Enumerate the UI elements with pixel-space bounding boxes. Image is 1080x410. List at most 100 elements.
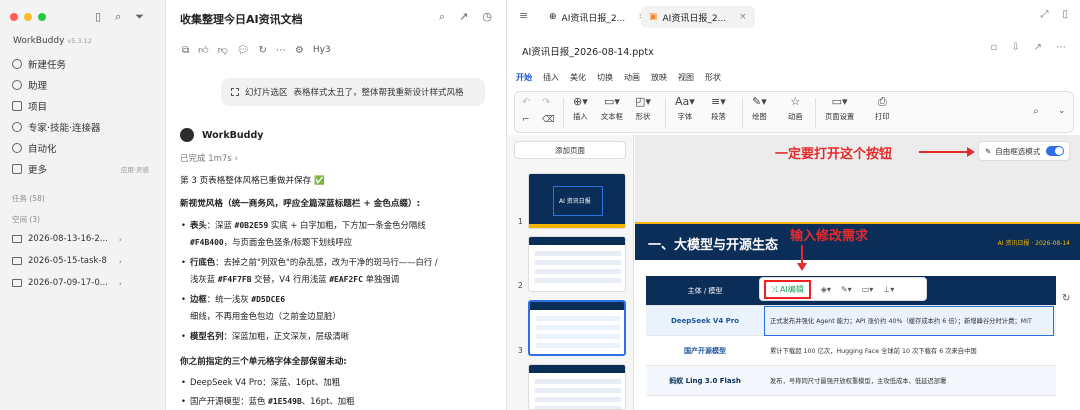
rotate-icon[interactable]: ↻ bbox=[1062, 293, 1070, 304]
color-code: #D5DCE6 bbox=[251, 295, 286, 304]
more-icon[interactable]: ⋯ bbox=[1056, 42, 1066, 53]
user-message: 幻灯片选区 表格样式太丑了，整体帮我重新设计样式风格 bbox=[221, 78, 485, 106]
search-icon[interactable]: ⌕ bbox=[439, 10, 445, 24]
draw-button[interactable]: ✎▾ 绘图 bbox=[752, 96, 767, 122]
align-icon[interactable]: ⊥▾ bbox=[883, 285, 894, 294]
sidebar-item-more[interactable]: 更多 bbox=[12, 162, 47, 176]
search-icon[interactable]: ⌕ bbox=[115, 10, 121, 24]
comment-icon[interactable]: 💬︎ bbox=[237, 45, 250, 56]
maximize-window-button[interactable] bbox=[38, 13, 46, 21]
download-icon[interactable]: ⇩ bbox=[1011, 42, 1019, 53]
redo-icon[interactable]: ↷ bbox=[542, 97, 550, 108]
table-header-cell[interactable]: 主体 / 模型 bbox=[646, 286, 764, 296]
menu-item-slideshow[interactable]: 放映 bbox=[651, 72, 667, 83]
tasks-section-label[interactable]: 任务 (58) bbox=[12, 193, 45, 204]
close-icon[interactable]: × bbox=[739, 12, 747, 22]
menu-item-insert[interactable]: 插入 bbox=[543, 72, 559, 83]
sidebar-item-automation[interactable]: 自动化 bbox=[12, 141, 57, 155]
split-view-icon[interactable]: ▯ bbox=[1062, 9, 1068, 20]
color-code: #EAF2FC bbox=[329, 275, 363, 284]
table-row[interactable]: 蚂蚁 Ling 3.0 Flash 发布，号称同尺寸最强开放权重模型，主攻低成本、… bbox=[646, 366, 1056, 396]
save-icon[interactable]: ▫ bbox=[990, 42, 997, 53]
menu-icon[interactable]: ≡ bbox=[519, 9, 528, 22]
paragraph-button[interactable]: ≡▾ 段落 bbox=[711, 96, 726, 122]
table-cell[interactable]: 蚂蚁 Ling 3.0 Flash bbox=[646, 376, 764, 386]
page-setup-button[interactable]: ▭▾ 页面设置 bbox=[825, 96, 854, 122]
menu-item-transition[interactable]: 切换 bbox=[597, 72, 613, 83]
search-icon[interactable]: ⌕ bbox=[1033, 106, 1039, 117]
slide-thumbnail-selected[interactable] bbox=[528, 300, 626, 356]
item-text: 浅灰蓝 bbox=[190, 274, 218, 284]
toggle-switch[interactable] bbox=[1046, 146, 1065, 156]
folder-label: 2026-07-09-17-0... bbox=[28, 278, 108, 288]
minimize-window-button[interactable] bbox=[24, 13, 32, 21]
add-page-button[interactable]: 添加页面 bbox=[514, 141, 626, 159]
copy-icon[interactable]: ⧉ bbox=[182, 45, 189, 56]
slide-number: 1 bbox=[518, 217, 523, 226]
refresh-icon[interactable]: ↻ bbox=[258, 45, 266, 56]
chevron-down-icon[interactable]: ⌄ bbox=[1058, 106, 1066, 116]
table-cell[interactable]: DeepSeek V4 Pro bbox=[646, 317, 764, 325]
animation-button[interactable]: ☆ 动画 bbox=[788, 96, 803, 122]
more-icon[interactable]: ⋯ bbox=[276, 45, 286, 56]
plus-circle-icon bbox=[12, 59, 22, 69]
sidebar-item-assistant[interactable]: 助理 bbox=[12, 78, 47, 92]
textbox-button[interactable]: ▭▾ 文本框 bbox=[601, 96, 623, 122]
menu-item-shape[interactable]: 形状 bbox=[705, 72, 721, 83]
table-row[interactable]: 国产开源模型 累计下载超 100 亿次，Hugging Face 全球前 10 次… bbox=[646, 336, 1056, 366]
ai-edit-button[interactable]: ⤨ AI编辑 bbox=[764, 279, 811, 299]
chevron-right-icon: › bbox=[118, 234, 122, 244]
sidebar-toolbar: ▯ ⌕ ⏷ bbox=[95, 10, 144, 24]
sidebar-item-new-task[interactable]: 新建任务 bbox=[12, 57, 66, 71]
sidebar-toggle-icon[interactable]: ▯ bbox=[95, 10, 101, 24]
free-select-toggle[interactable]: ✎ 自由框选模式 bbox=[978, 141, 1070, 161]
border-color-icon[interactable]: ✎▾ bbox=[841, 285, 852, 294]
table-cell[interactable]: 发布，号称同尺寸最强开放权重模型，主攻低成本、低延迟部署 bbox=[764, 376, 1056, 385]
menu-item-animation[interactable]: 动画 bbox=[624, 72, 640, 83]
format-painter-icon[interactable]: ⌐ bbox=[522, 115, 530, 125]
folder-icon bbox=[12, 235, 22, 243]
thumbs-up-icon[interactable]: 👍︎ bbox=[198, 44, 208, 56]
table-cell[interactable]: 累计下载超 100 亿次，Hugging Face 全球前 10 次下载有 6 … bbox=[764, 346, 1056, 355]
more-meta[interactable]: 应用·灵感 bbox=[121, 164, 149, 174]
tab-slides[interactable]: ▣ AI资讯日报_2... × bbox=[641, 6, 755, 28]
print-button[interactable]: ⎙ 打印 bbox=[875, 96, 890, 122]
tab-browser[interactable]: ⊕AI资讯日报_2...× bbox=[541, 6, 654, 28]
menu-item-home[interactable]: 开始 bbox=[516, 72, 532, 83]
table-cell[interactable]: 国产开源模型 bbox=[646, 346, 764, 356]
share-icon[interactable]: ↗ bbox=[459, 10, 468, 24]
status-text[interactable]: 已完成 1m7s › bbox=[180, 152, 238, 164]
slide-thumbnail[interactable] bbox=[528, 364, 626, 410]
menu-item-view[interactable]: 视图 bbox=[678, 72, 694, 83]
globe-icon: ⊕ bbox=[549, 12, 557, 22]
user-message-text: 表格样式太丑了，整体帮我重新设计样式风格 bbox=[293, 88, 464, 98]
folder-item[interactable]: 2026-07-09-17-0... › bbox=[12, 278, 122, 288]
filter-icon[interactable]: ⏷ bbox=[135, 10, 144, 24]
thumbs-down-icon[interactable]: 👎︎ bbox=[218, 44, 228, 56]
share-icon[interactable]: ↗ bbox=[1034, 42, 1042, 53]
folder-item[interactable]: 2026-05-15-task-8 › bbox=[12, 256, 122, 266]
sidebar: ▯ ⌕ ⏷ WorkBuddy v5.3.12 新建任务 助理 项目 专家·技能·… bbox=[0, 0, 166, 410]
cell-style-icon[interactable]: ▭▾ bbox=[862, 285, 874, 294]
eraser-icon[interactable]: ⌫ bbox=[542, 115, 555, 125]
close-window-button[interactable] bbox=[10, 13, 18, 21]
insert-button[interactable]: ⊕▾ 插入 bbox=[573, 96, 588, 122]
slide-canvas[interactable]: 一、大模型与开源生态 AI 资讯日报 · 2026-08-14 主体 / 模型 … bbox=[635, 135, 1080, 410]
shape-button[interactable]: ◰▾ 形状 bbox=[635, 96, 651, 122]
fill-color-icon[interactable]: ◈▾ bbox=[821, 285, 831, 294]
expand-icon[interactable]: ⤢ bbox=[1040, 9, 1048, 20]
more-icon bbox=[12, 164, 22, 174]
undo-icon[interactable]: ↶ bbox=[522, 97, 530, 108]
slide-thumbnail[interactable]: AI 资讯日报 bbox=[528, 173, 626, 229]
font-button[interactable]: Aa▾ 字体 bbox=[675, 96, 695, 122]
floating-edit-toolbar: ⤨ AI编辑 ◈▾ ✎▾ ▭▾ ⊥▾ bbox=[759, 277, 927, 301]
slide[interactable]: 一、大模型与开源生态 AI 资讯日报 · 2026-08-14 主体 / 模型 … bbox=[635, 222, 1080, 410]
sidebar-item-experts[interactable]: 专家·技能·连接器 bbox=[12, 120, 101, 134]
menu-item-beautify[interactable]: 美化 bbox=[570, 72, 586, 83]
toggle-label: 自由框选模式 bbox=[995, 146, 1041, 156]
history-icon[interactable]: ◷ bbox=[482, 10, 492, 24]
sidebar-item-project[interactable]: 项目 bbox=[12, 99, 47, 113]
space-section-label[interactable]: 空间 (3) bbox=[12, 214, 40, 225]
folder-item[interactable]: 2026-08-13-16-2... › bbox=[12, 234, 122, 244]
slide-thumbnail[interactable] bbox=[528, 236, 626, 292]
